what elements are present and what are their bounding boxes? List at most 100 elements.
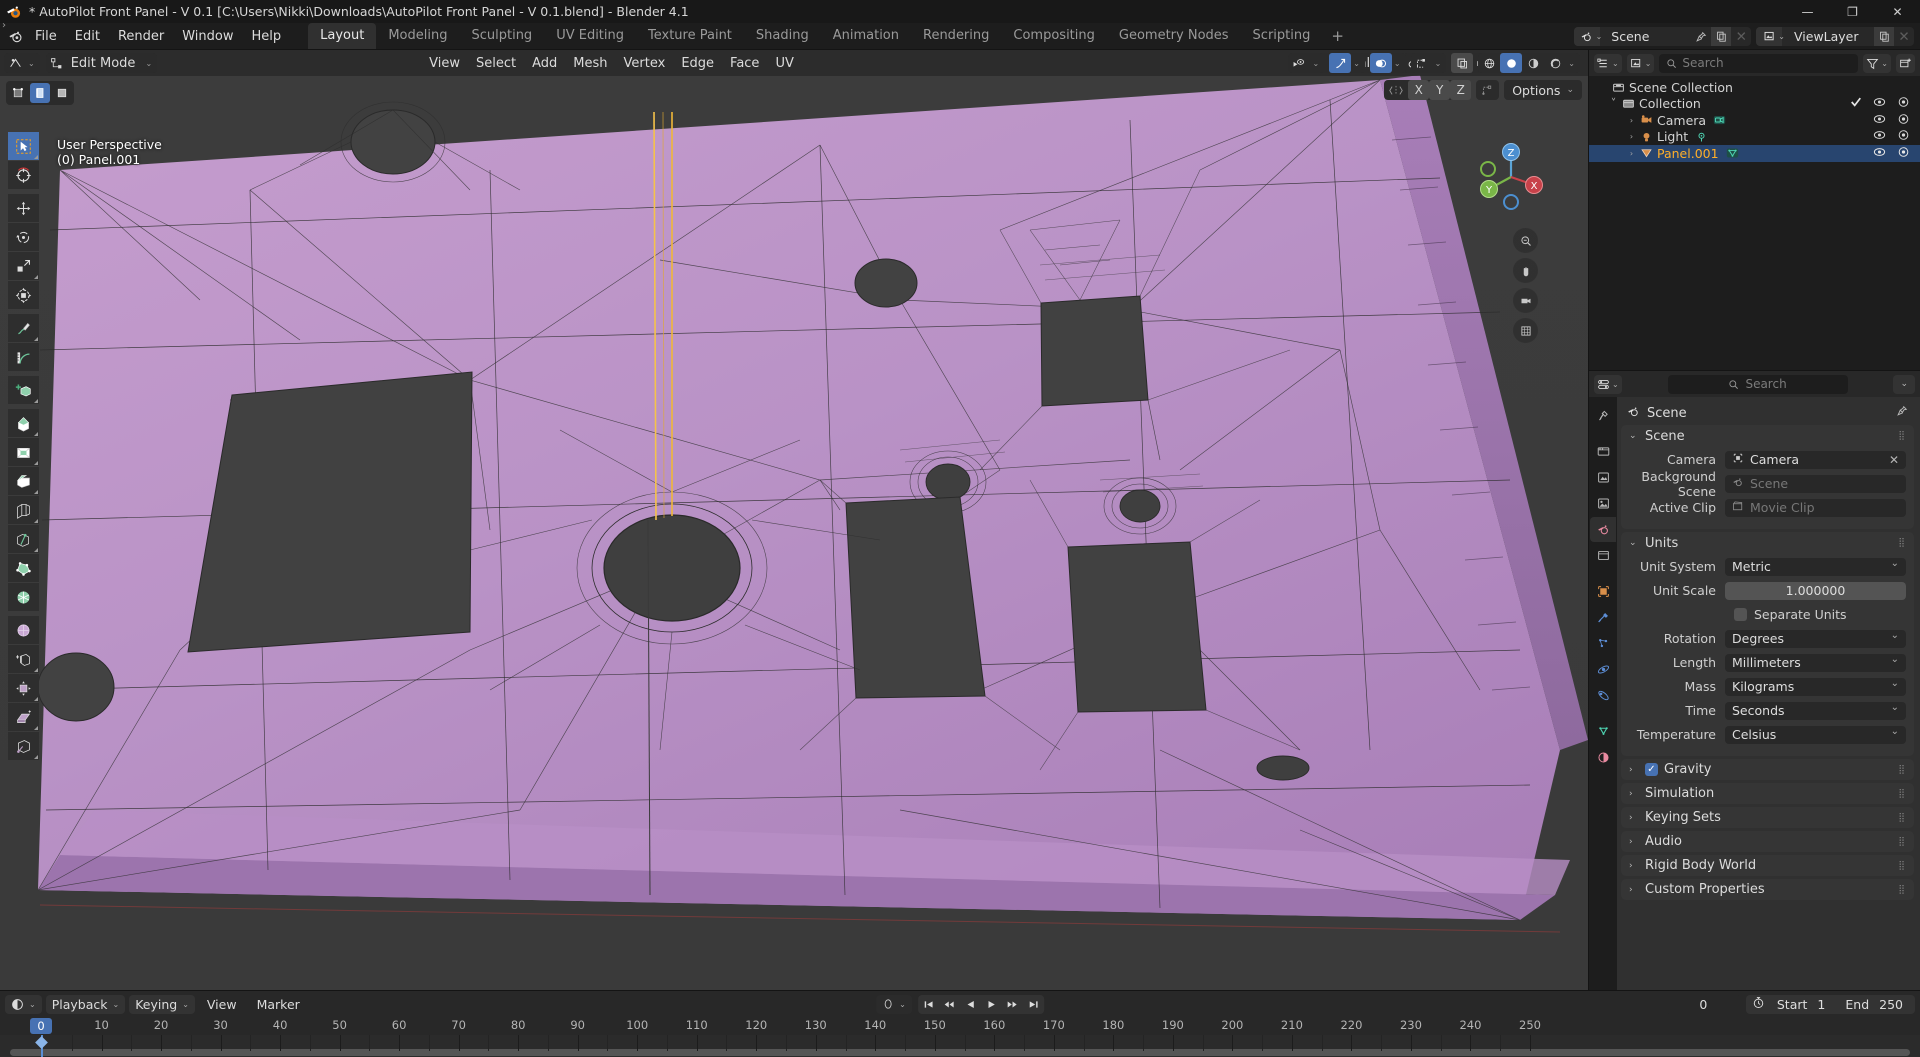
properties-search-input[interactable]: Search bbox=[1667, 374, 1848, 394]
maximize-button[interactable]: ❐ bbox=[1830, 0, 1875, 23]
light-data-icon[interactable] bbox=[1695, 131, 1708, 143]
remove-viewlayer-icon[interactable]: ✕ bbox=[1894, 27, 1914, 46]
clear-camera-icon[interactable]: ✕ bbox=[1889, 453, 1899, 467]
tab-layout[interactable]: Layout bbox=[308, 23, 377, 49]
mirror-axis-z[interactable]: Z bbox=[1450, 80, 1472, 100]
play-reverse-icon[interactable] bbox=[960, 995, 981, 1014]
properties-tab-scene[interactable] bbox=[1590, 517, 1616, 542]
loop-cut-tool[interactable] bbox=[8, 496, 39, 524]
outliner-row-light[interactable]: › Light bbox=[1589, 129, 1920, 146]
play-icon[interactable] bbox=[981, 995, 1002, 1014]
tab-sculpting[interactable]: Sculpting bbox=[459, 23, 544, 49]
jump-to-start-icon[interactable] bbox=[918, 995, 939, 1014]
edge-select-mode[interactable] bbox=[30, 83, 50, 103]
properties-tab-output[interactable] bbox=[1590, 465, 1616, 490]
pin-icon[interactable] bbox=[1691, 27, 1711, 46]
cursor-tool[interactable] bbox=[8, 161, 39, 189]
visibility-eye-icon[interactable] bbox=[1873, 129, 1886, 144]
stopwatch-icon[interactable] bbox=[1746, 996, 1769, 1012]
pin-icon[interactable] bbox=[1896, 405, 1908, 421]
jump-prev-keyframe-icon[interactable] bbox=[939, 995, 960, 1014]
panel-grip[interactable]: ⣿ bbox=[1898, 861, 1906, 871]
panel-keying-sets[interactable]: › Keying Sets ⣿ bbox=[1621, 807, 1914, 828]
timeline-playhead-label[interactable]: 0 bbox=[30, 1018, 52, 1034]
start-frame-value[interactable]: 1 bbox=[1817, 997, 1837, 1012]
new-viewlayer-icon[interactable] bbox=[1874, 27, 1894, 46]
shading-solid-icon[interactable] bbox=[1500, 53, 1523, 73]
overlays-group[interactable]: ⌄ bbox=[1369, 53, 1406, 73]
timeline-playhead-handle[interactable] bbox=[35, 1036, 48, 1049]
disclosure-triangle[interactable]: › bbox=[1625, 132, 1638, 141]
panel-grip[interactable]: ⣿ bbox=[1898, 837, 1906, 847]
bevel-tool[interactable] bbox=[8, 467, 39, 495]
camera-view-icon[interactable] bbox=[1513, 288, 1538, 313]
navigation-gizmo[interactable]: Z X Y bbox=[1472, 138, 1550, 216]
close-button[interactable]: ✕ bbox=[1875, 0, 1920, 23]
timeline-editor-type-icon[interactable]: ⌄ bbox=[5, 994, 42, 1014]
properties-content[interactable]: Scene ⌄ Scene ⣿ Camera Camera ✕ Backgrou… bbox=[1617, 397, 1920, 990]
tab-animation[interactable]: Animation bbox=[821, 23, 911, 49]
viewlayer-selector[interactable]: ⌄ ViewLayer ✕ bbox=[1756, 27, 1914, 46]
viewport-menu-view[interactable]: View bbox=[421, 54, 468, 73]
field-background-scene[interactable]: Scene bbox=[1725, 474, 1906, 493]
minimize-button[interactable]: — bbox=[1785, 0, 1830, 23]
disclosure-triangle[interactable]: › bbox=[1625, 116, 1638, 125]
blender-menu-icon[interactable] bbox=[4, 29, 26, 44]
mesh-data-icon[interactable] bbox=[1726, 147, 1739, 159]
outliner-search-input[interactable]: Search bbox=[1659, 53, 1859, 73]
sync-mode-dropdown[interactable]: ⌄ bbox=[876, 994, 912, 1014]
smooth-tool[interactable] bbox=[8, 616, 39, 644]
xray-group[interactable]: ⌄ bbox=[1410, 53, 1447, 73]
field-camera[interactable]: Camera ✕ bbox=[1725, 450, 1906, 469]
viewport-options-dropdown[interactable]: Options ⌄ bbox=[1504, 80, 1582, 100]
separate-units-checkbox[interactable] bbox=[1734, 608, 1747, 621]
panel-grip[interactable]: ⣿ bbox=[1898, 789, 1906, 799]
menu-render[interactable]: Render bbox=[109, 26, 173, 47]
tweak-tool[interactable] bbox=[8, 132, 39, 160]
properties-tab-tool[interactable] bbox=[1590, 403, 1616, 428]
disclosure-triangle[interactable]: › bbox=[1625, 149, 1638, 158]
scale-tool[interactable] bbox=[8, 252, 39, 280]
render-camera-icon[interactable] bbox=[1897, 129, 1910, 144]
add-cube-tool[interactable] bbox=[8, 376, 39, 404]
jump-next-keyframe-icon[interactable] bbox=[1002, 995, 1023, 1014]
properties-tab-material[interactable] bbox=[1590, 745, 1616, 770]
panel-simulation[interactable]: › Simulation ⣿ bbox=[1621, 783, 1914, 804]
tab-compositing[interactable]: Compositing bbox=[1001, 23, 1107, 49]
xray-icon[interactable] bbox=[1411, 53, 1433, 73]
poly-build-tool[interactable] bbox=[8, 554, 39, 582]
measure-tool[interactable] bbox=[8, 343, 39, 371]
proportional-axis-group[interactable]: X Y Z bbox=[1384, 80, 1472, 100]
menu-help[interactable]: Help bbox=[243, 26, 291, 47]
spin-tool[interactable] bbox=[8, 583, 39, 611]
topology-mirror-group[interactable] bbox=[1476, 80, 1500, 100]
mirror-icon[interactable] bbox=[1384, 80, 1408, 100]
menu-edit[interactable]: Edit bbox=[66, 26, 109, 47]
properties-tab-render[interactable] bbox=[1590, 439, 1616, 464]
toggle-orthographic-icon[interactable] bbox=[1513, 318, 1538, 343]
mirror-axis-x[interactable]: X bbox=[1408, 80, 1430, 100]
panel-grip[interactable]: ⣿ bbox=[1898, 431, 1906, 441]
outliner-row-scene-collection[interactable]: Scene Collection bbox=[1589, 79, 1920, 96]
filter-icon[interactable]: ⌄ bbox=[1863, 53, 1891, 73]
visibility-group[interactable]: ⌄ bbox=[1288, 53, 1325, 73]
tab-shading[interactable]: Shading bbox=[744, 23, 821, 49]
shrink-fatten-tool[interactable] bbox=[8, 674, 39, 702]
timeline-menu-keying[interactable]: Keying ⌄ bbox=[129, 994, 195, 1014]
panel-grip[interactable]: ⣿ bbox=[1898, 765, 1906, 775]
visibility-eye-icon[interactable] bbox=[1873, 146, 1886, 161]
shading-material-icon[interactable] bbox=[1522, 53, 1544, 73]
panel-grip[interactable]: ⣿ bbox=[1898, 538, 1906, 548]
field-mass[interactable]: Kilograms bbox=[1725, 677, 1906, 696]
timeline-menu-marker[interactable]: Marker bbox=[249, 995, 308, 1014]
panel-rigid-body-world[interactable]: › Rigid Body World ⣿ bbox=[1621, 855, 1914, 876]
scene-selector[interactable]: ⌄ Scene ✕ bbox=[1573, 27, 1752, 46]
outliner-tree[interactable]: Scene Collection ˅ Collection › Camera ›… bbox=[1589, 76, 1920, 370]
new-scene-icon[interactable] bbox=[1711, 27, 1732, 46]
editor-type-selector[interactable]: ⌄ bbox=[4, 53, 40, 73]
tab-modeling[interactable]: Modeling bbox=[376, 23, 459, 49]
outliner-editor-type-icon[interactable]: ⌄ bbox=[1594, 53, 1622, 73]
rotate-tool[interactable] bbox=[8, 223, 39, 251]
tab-scripting[interactable]: Scripting bbox=[1241, 23, 1323, 49]
collection-enable-checkbox[interactable] bbox=[1850, 96, 1862, 111]
